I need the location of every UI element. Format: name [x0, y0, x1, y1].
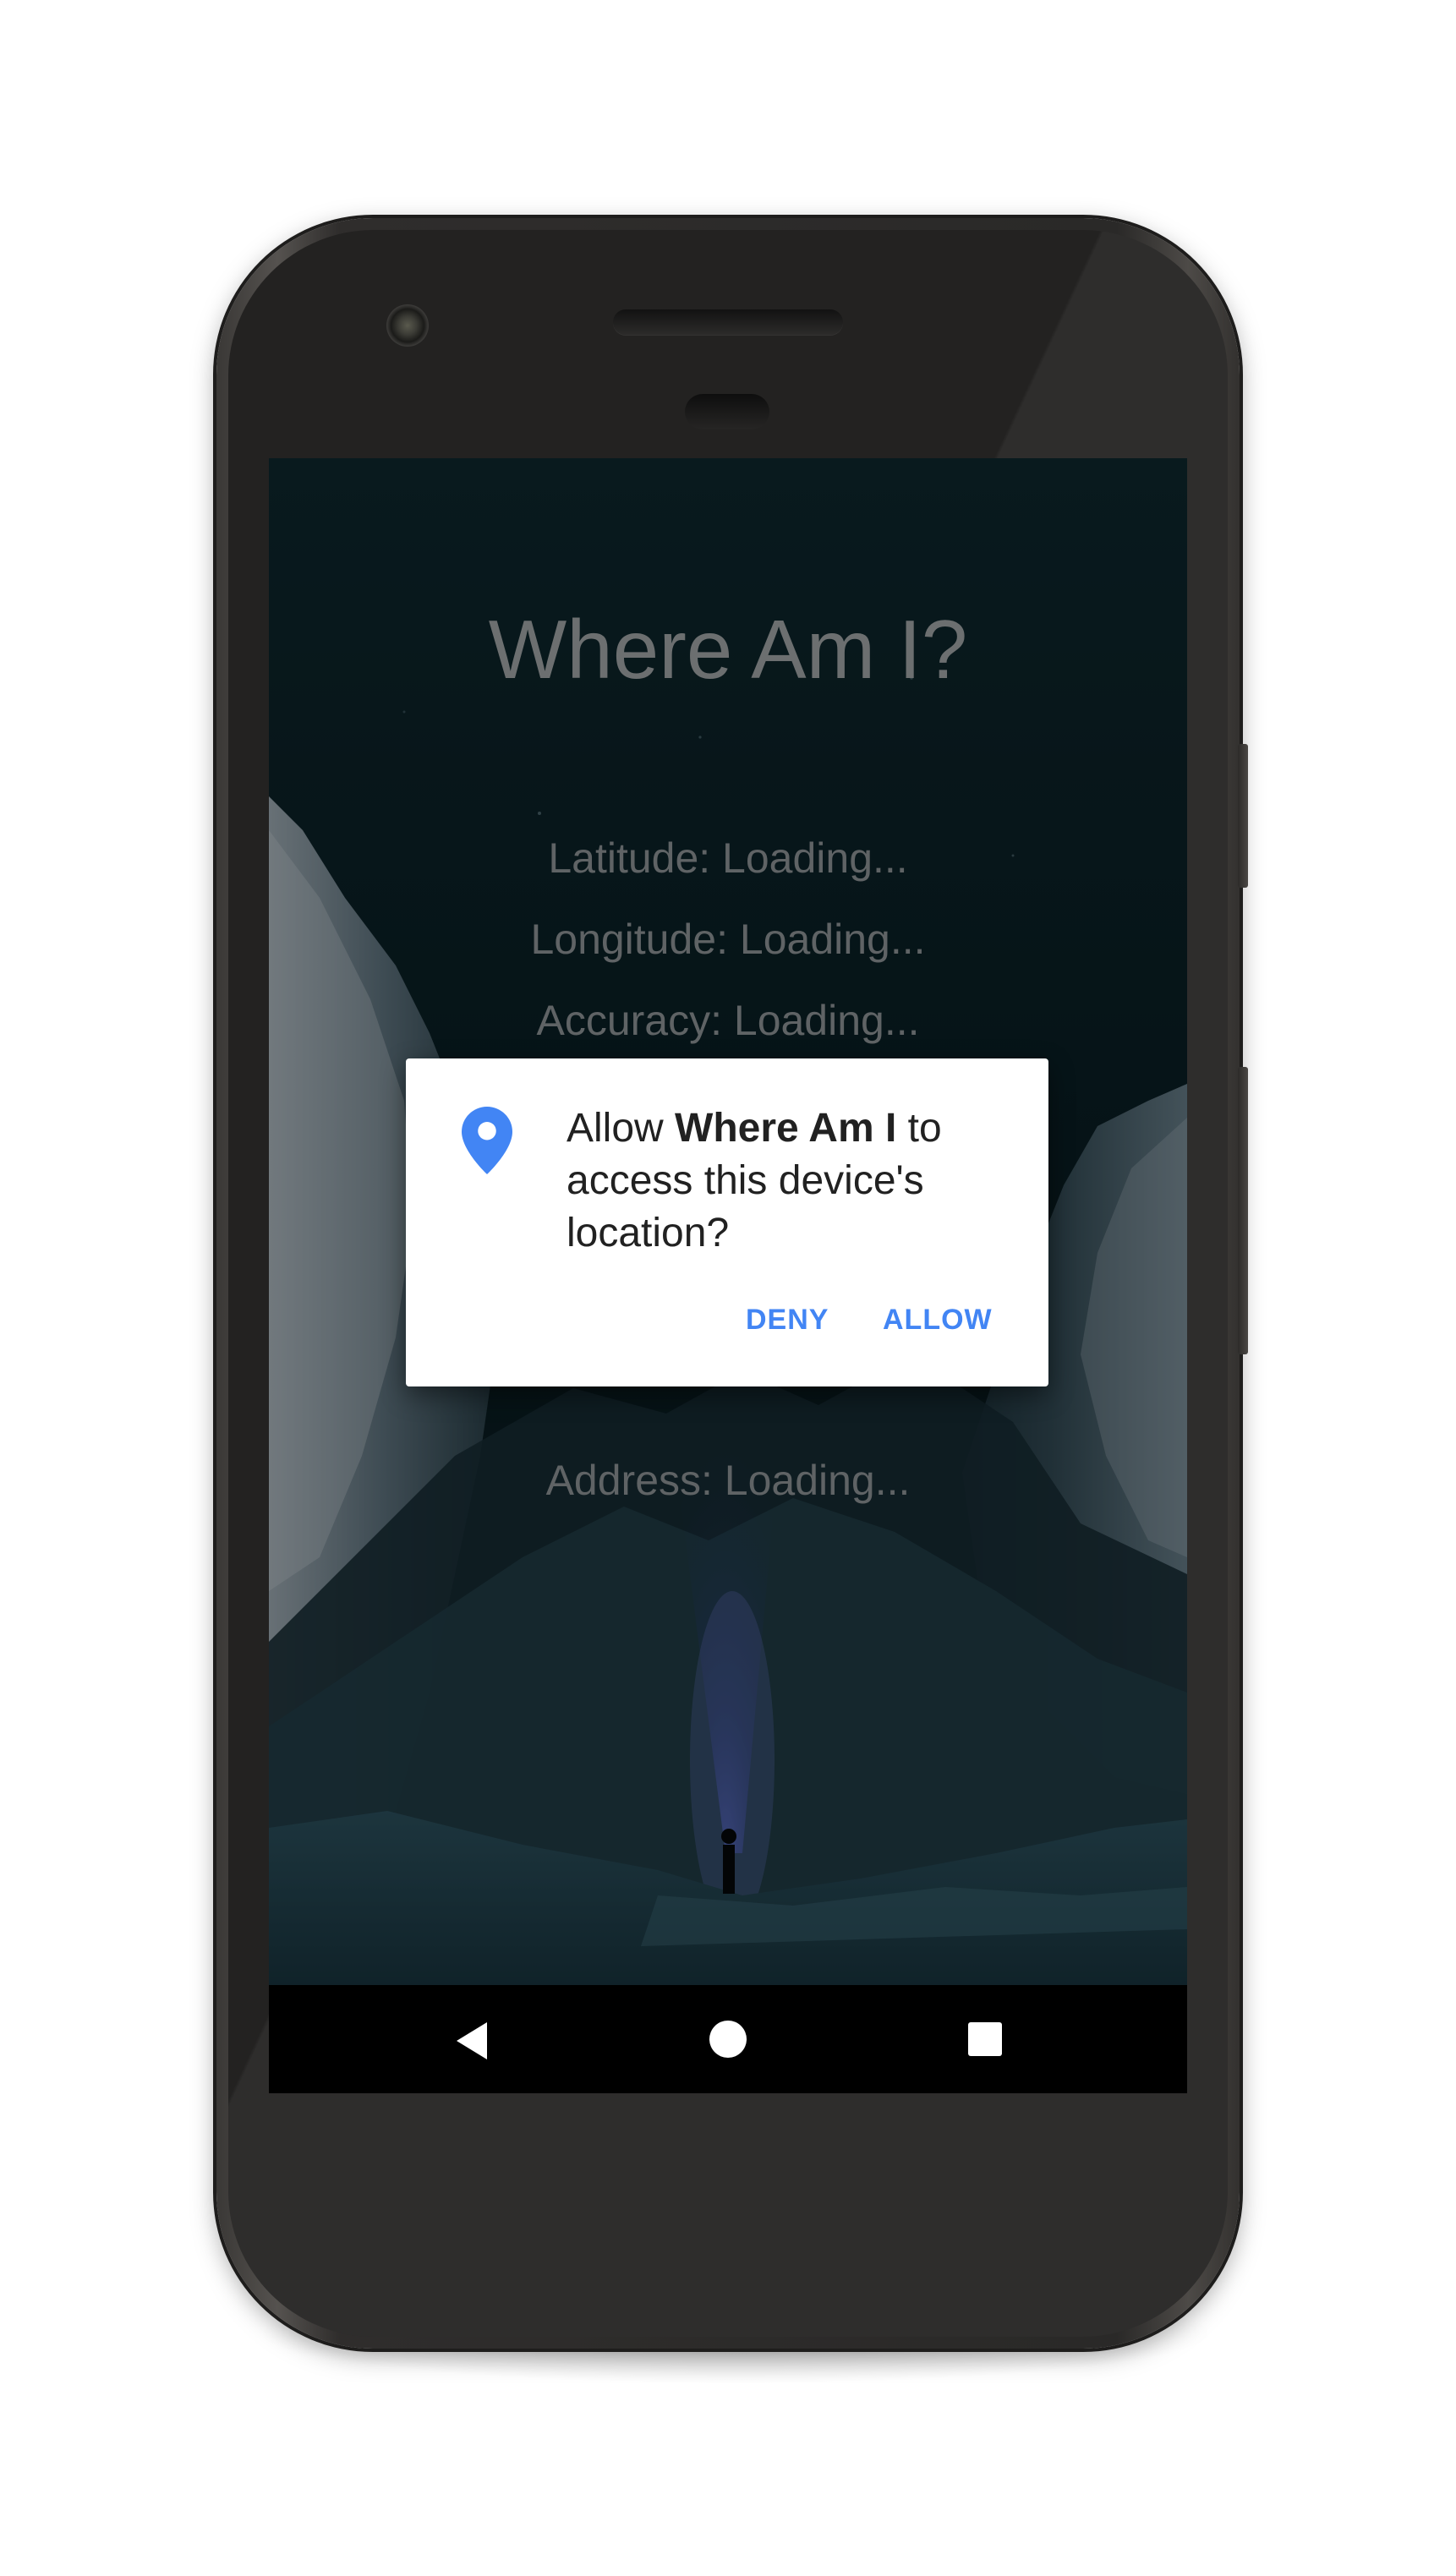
- message-prefix: Allow: [567, 1106, 676, 1151]
- volume-button: [1238, 1067, 1248, 1354]
- earpiece-speaker: [613, 309, 843, 335]
- latitude-text: Latitude: Loading...: [548, 834, 908, 882]
- power-button: [1238, 744, 1248, 888]
- accuracy-text: Accuracy: Loading...: [536, 997, 920, 1044]
- location-permission-dialog: Allow Where Am I to access this device's…: [406, 1058, 1048, 1386]
- product-shot: Where Am I? Latitude: Loading... Longitu…: [0, 0, 1456, 2576]
- longitude-text: Longitude: Loading...: [530, 916, 926, 963]
- location-pin-icon: [462, 1107, 512, 1174]
- proximity-sensor: [685, 394, 769, 429]
- back-triangle-icon[interactable]: [457, 2022, 487, 2059]
- address-text: Address: Loading...: [545, 1457, 911, 1504]
- front-camera-icon: [386, 304, 429, 347]
- app-title: Where Am I?: [488, 603, 968, 696]
- home-circle-icon[interactable]: [709, 2021, 747, 2058]
- allow-button[interactable]: ALLOW: [883, 1304, 993, 1337]
- navigation-bar: [269, 1985, 1187, 2093]
- phone-screen: Where Am I? Latitude: Loading... Longitu…: [269, 458, 1187, 2093]
- recents-square-icon[interactable]: [968, 2022, 1002, 2056]
- requesting-app-name: Where Am I: [675, 1106, 897, 1151]
- deny-button[interactable]: DENY: [746, 1304, 829, 1337]
- permission-message: Allow Where Am I to access this device's…: [567, 1102, 1023, 1260]
